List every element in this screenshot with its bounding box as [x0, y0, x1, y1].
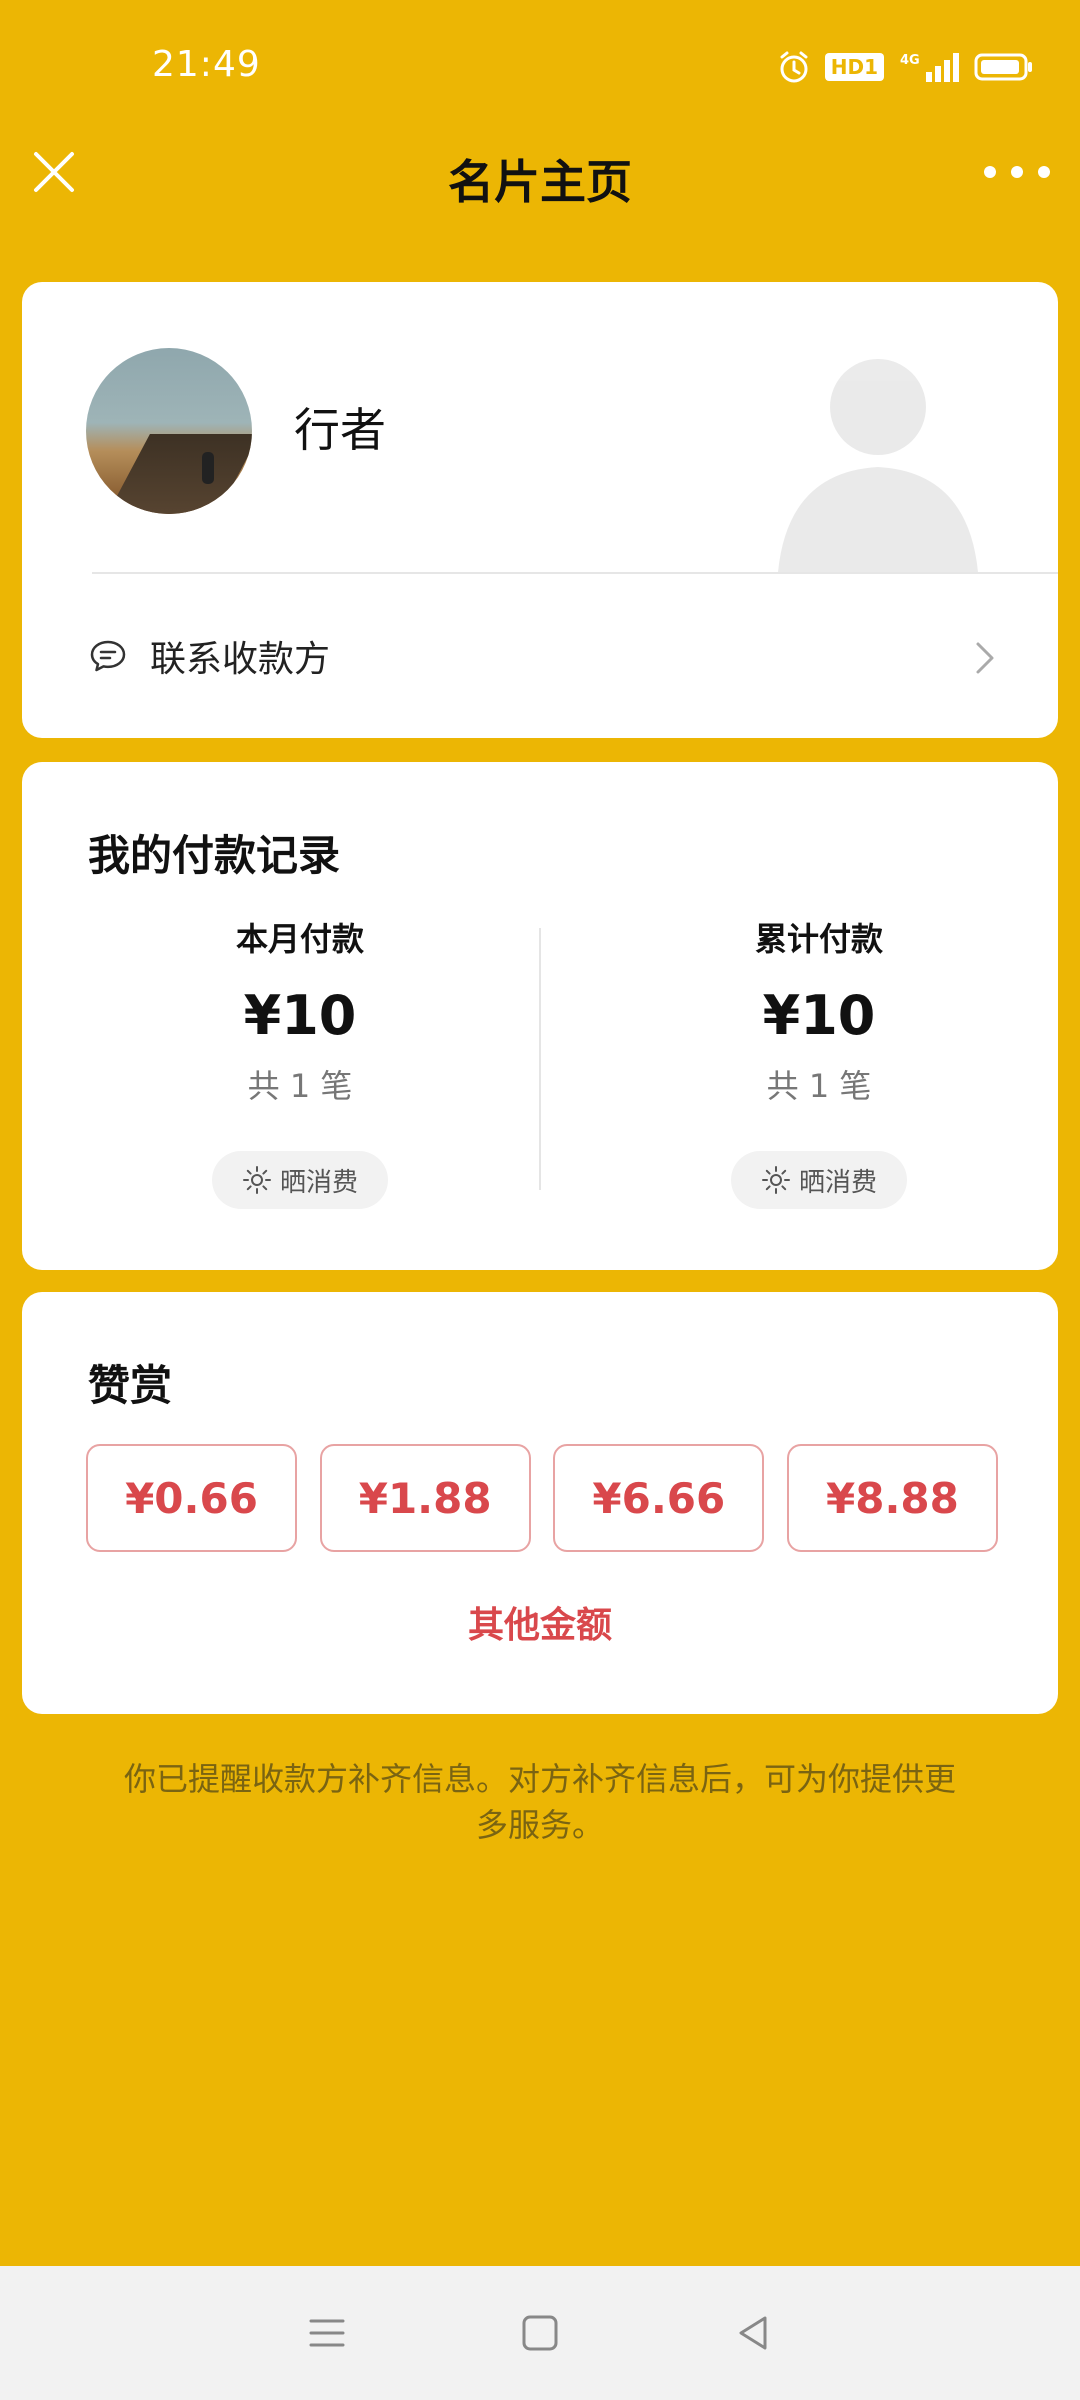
month-payment: 本月付款 ¥10 共 1 笔 晒消费 — [130, 914, 470, 1209]
menu-icon[interactable] — [297, 2303, 357, 2363]
system-nav-bar — [0, 2266, 1080, 2400]
month-payment-count: 共 1 笔 — [247, 1067, 353, 1105]
more-dot — [984, 166, 996, 178]
user-name: 行者 — [294, 403, 386, 457]
month-payment-amount: ¥10 — [243, 984, 357, 1047]
alarm-icon — [780, 51, 808, 83]
page-title: 名片主页 — [448, 155, 632, 209]
more-dot — [1011, 166, 1023, 178]
reward-amount-button[interactable]: ¥1.88 — [319, 1444, 531, 1552]
reward-title: 赞赏 — [88, 1361, 173, 1410]
contact-payee-row[interactable]: 联系收款方 — [22, 574, 1058, 738]
chevron-right-icon — [976, 642, 994, 674]
avatar-figure — [202, 452, 214, 484]
header: 名片主页 — [0, 130, 1080, 220]
home-icon[interactable] — [510, 2303, 570, 2363]
month-payment-label: 本月付款 — [235, 920, 364, 958]
reward-card: 赞赏 ¥0.66 ¥1.88 ¥6.66 ¥8.88 其他金额 — [22, 1292, 1058, 1714]
share-spending-label: 晒消费 — [798, 1167, 877, 1198]
more-icon[interactable] — [984, 150, 1050, 194]
avatar-road — [102, 434, 252, 514]
chat-icon — [90, 640, 126, 672]
network-type: 4G — [900, 53, 920, 68]
share-spending-button[interactable]: 晒消费 — [212, 1151, 388, 1209]
share-spending-label: 晒消费 — [279, 1167, 358, 1198]
sun-icon — [242, 1166, 271, 1194]
reward-amount-button[interactable]: ¥8.88 — [786, 1444, 998, 1552]
status-time: 21:49 — [152, 44, 261, 85]
contact-payee-label: 联系收款方 — [150, 639, 331, 680]
avatar[interactable] — [86, 348, 252, 514]
profile-header: 行者 — [22, 282, 1058, 572]
battery-icon — [974, 53, 1032, 81]
reward-amounts: ¥0.66 ¥1.88 ¥6.66 ¥8.88 — [86, 1444, 998, 1552]
profile-card: 行者 联系收款方 — [22, 282, 1058, 738]
signal-icon: 4G — [900, 53, 959, 82]
payment-records-card: 我的付款记录 本月付款 ¥10 共 1 笔 晒消费 累计付款 ¥10 共 1 笔 — [22, 762, 1058, 1270]
footer-note: 你已提醒收款方补齐信息。对方补齐信息后，可为你提供更多服务。 — [123, 1760, 956, 1844]
total-payment: 累计付款 ¥10 共 1 笔 晒消费 — [649, 914, 989, 1209]
share-spending-button[interactable]: 晒消费 — [731, 1151, 907, 1209]
status-icons: HD1 4G — [777, 50, 1034, 84]
other-amount-link[interactable]: 其他金额 — [22, 1596, 1058, 1648]
records-title: 我的付款记录 — [88, 831, 341, 880]
total-payment-count: 共 1 笔 — [766, 1067, 872, 1105]
back-icon[interactable] — [723, 2303, 783, 2363]
records-divider — [539, 928, 541, 1190]
status-bar: 21:49 HD1 4G — [0, 0, 1080, 140]
silhouette-watermark — [778, 359, 978, 572]
hd-badge: HD1 — [824, 53, 884, 81]
reward-amount-button[interactable]: ¥6.66 — [553, 1444, 765, 1552]
total-payment-amount: ¥10 — [762, 984, 876, 1047]
screen: 21:49 HD1 4G 名片主页 行者 联系收款方 我的付款记录 本月付款 ¥… — [0, 0, 1080, 2400]
reward-amount-button[interactable]: ¥0.66 — [86, 1444, 297, 1552]
total-payment-label: 累计付款 — [754, 920, 883, 958]
more-dot — [1038, 166, 1050, 178]
sun-icon — [761, 1166, 790, 1194]
